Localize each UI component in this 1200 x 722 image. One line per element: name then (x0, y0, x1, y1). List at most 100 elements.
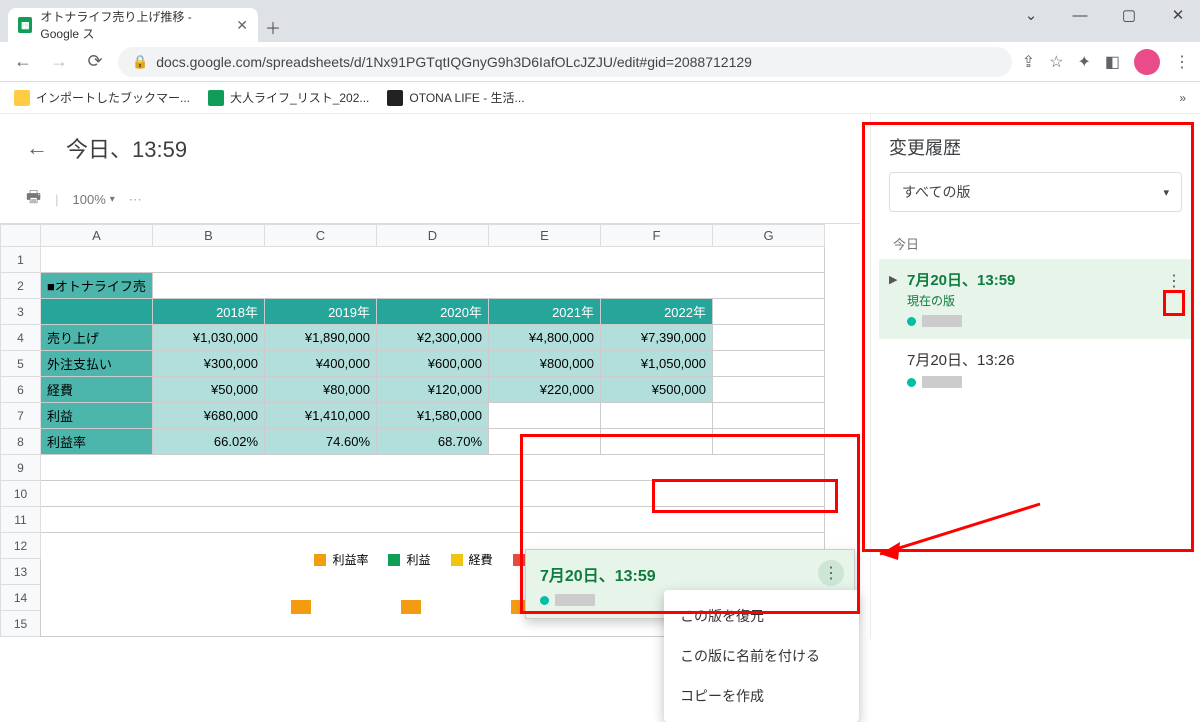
cell[interactable]: ¥300,000 (153, 351, 265, 377)
share-icon[interactable]: ⇪ (1022, 52, 1035, 72)
cell[interactable]: ¥1,030,000 (153, 325, 265, 351)
cell[interactable]: 売り上げ (41, 325, 153, 351)
cell[interactable]: 2022年 (601, 299, 713, 325)
row-number[interactable]: 4 (1, 325, 41, 351)
cell[interactable]: ¥500,000 (601, 377, 713, 403)
url-bar[interactable]: 🔒 docs.google.com/spreadsheets/d/1Nx91PG… (118, 47, 1012, 77)
cell[interactable]: ¥800,000 (489, 351, 601, 377)
row-number[interactable]: 7 (1, 403, 41, 429)
cell[interactable]: ¥600,000 (377, 351, 489, 377)
col-header[interactable]: G (713, 225, 825, 247)
bookmark-item[interactable]: 大人ライフ_リスト_202... (208, 89, 369, 106)
cell[interactable] (153, 273, 825, 299)
cell[interactable]: 68.70% (377, 429, 489, 455)
col-header[interactable]: D (377, 225, 489, 247)
menu-make-copy[interactable]: コピーを作成 (664, 676, 859, 716)
cell[interactable] (41, 247, 825, 273)
cell[interactable]: 2021年 (489, 299, 601, 325)
back-icon[interactable]: ← (10, 49, 36, 75)
maximize-icon[interactable]: ▢ (1117, 6, 1141, 24)
forward-icon[interactable]: → (46, 49, 72, 75)
row-number[interactable]: 14 (1, 585, 41, 611)
row-number[interactable]: 9 (1, 455, 41, 481)
row-number[interactable]: 5 (1, 351, 41, 377)
cell[interactable]: ¥220,000 (489, 377, 601, 403)
version-filter-select[interactable]: すべての版 ▾ (889, 172, 1182, 212)
close-window-icon[interactable]: ✕ (1166, 6, 1190, 24)
cell[interactable] (41, 481, 825, 507)
col-header[interactable]: F (601, 225, 713, 247)
cell[interactable]: ¥1,580,000 (377, 403, 489, 429)
col-header[interactable]: C (265, 225, 377, 247)
star-icon[interactable]: ☆ (1049, 52, 1063, 72)
menu-restore-version[interactable]: この版を復元 (664, 596, 859, 636)
col-header[interactable]: A (41, 225, 153, 247)
reload-icon[interactable]: ⟳ (82, 49, 108, 75)
cell[interactable] (601, 429, 713, 455)
bookmark-overflow[interactable]: » (1179, 91, 1186, 105)
row-number[interactable]: 2 (1, 273, 41, 299)
cell[interactable]: ¥50,000 (153, 377, 265, 403)
chevron-down-icon[interactable]: ⌄ (1019, 6, 1043, 24)
cell[interactable]: ¥1,050,000 (601, 351, 713, 377)
row-number[interactable]: 11 (1, 507, 41, 533)
bookmark-item[interactable]: OTONA LIFE - 生活... (387, 89, 524, 106)
cell[interactable]: 利益 (41, 403, 153, 429)
cell[interactable] (713, 377, 825, 403)
corner-cell[interactable] (1, 225, 41, 247)
cell[interactable] (489, 429, 601, 455)
bookmark-item[interactable]: インポートしたブックマー... (14, 89, 190, 106)
menu-name-version[interactable]: この版に名前を付ける (664, 636, 859, 676)
column-headers[interactable]: A B C D E F G (1, 225, 825, 247)
extensions-icon[interactable]: ✦ (1077, 52, 1090, 72)
close-icon[interactable]: ✕ (236, 17, 248, 34)
cell[interactable]: 66.02% (153, 429, 265, 455)
row-number[interactable]: 12 (1, 533, 41, 559)
cell[interactable]: 外注支払い (41, 351, 153, 377)
cell[interactable]: ¥120,000 (377, 377, 489, 403)
cell[interactable] (713, 351, 825, 377)
cell[interactable]: 経費 (41, 377, 153, 403)
print-icon[interactable]: 🖶 (26, 186, 41, 213)
row-number[interactable]: 6 (1, 377, 41, 403)
col-header[interactable]: E (489, 225, 601, 247)
row-number[interactable]: 15 (1, 611, 41, 637)
cell[interactable]: ¥680,000 (153, 403, 265, 429)
cell[interactable]: 74.60% (265, 429, 377, 455)
back-arrow-icon[interactable]: ← (26, 135, 48, 161)
cell[interactable]: ¥4,800,000 (489, 325, 601, 351)
version-more-icon[interactable]: ⋮ (818, 560, 844, 586)
zoom-selector[interactable]: 100% ▾ (73, 192, 115, 207)
cell[interactable] (713, 325, 825, 351)
expand-arrow-icon[interactable]: ▶ (889, 273, 897, 286)
row-number[interactable]: 13 (1, 559, 41, 585)
row-number[interactable]: 1 (1, 247, 41, 273)
cell[interactable] (41, 299, 153, 325)
cell[interactable] (713, 299, 825, 325)
cell[interactable]: ¥400,000 (265, 351, 377, 377)
cell[interactable]: ¥1,410,000 (265, 403, 377, 429)
cell[interactable]: ¥7,390,000 (601, 325, 713, 351)
row-number[interactable]: 3 (1, 299, 41, 325)
cell[interactable]: 利益率 (41, 429, 153, 455)
cell[interactable] (601, 403, 713, 429)
col-header[interactable]: B (153, 225, 265, 247)
menu-icon[interactable]: ⋮ (1174, 52, 1190, 72)
cell[interactable] (713, 403, 825, 429)
row-number[interactable]: 8 (1, 429, 41, 455)
row-number[interactable]: 10 (1, 481, 41, 507)
cell[interactable]: ¥80,000 (265, 377, 377, 403)
version-item[interactable]: 7月20日、13:26 (879, 339, 1192, 400)
cell[interactable]: ¥1,890,000 (265, 325, 377, 351)
cell[interactable]: ■オトナライフ売 (41, 273, 153, 299)
profile-avatar[interactable] (1134, 49, 1160, 75)
version-item-current[interactable]: ▶ 7月20日、13:59 現在の版 ⋮ (879, 259, 1192, 339)
cell[interactable] (41, 507, 825, 533)
cell[interactable] (713, 429, 825, 455)
cell[interactable]: 2019年 (265, 299, 377, 325)
cell[interactable]: 2020年 (377, 299, 489, 325)
version-more-icon[interactable]: ⋮ (1166, 271, 1182, 291)
cell[interactable] (41, 455, 825, 481)
minimize-icon[interactable]: — (1068, 7, 1092, 24)
cell[interactable]: ¥2,300,000 (377, 325, 489, 351)
